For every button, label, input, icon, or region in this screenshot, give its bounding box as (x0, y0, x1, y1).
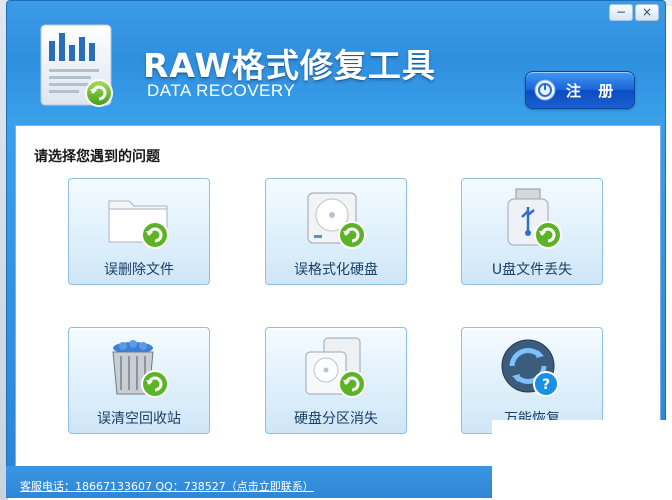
option-usb-lost-files[interactable]: U盘文件丢失 (461, 178, 603, 285)
option-label: 误清空回收站 (97, 411, 181, 427)
register-button[interactable]: 注 册 (525, 71, 635, 109)
partition-recover-icon (305, 337, 366, 398)
problem-prompt: 请选择您遇到的问题 (34, 149, 160, 165)
usb-drive-recover-icon (507, 188, 562, 249)
contact-link[interactable]: 客服电话：18667133607 QQ：738527（点击立即联系） (20, 478, 314, 494)
option-label: 误格式化硬盘 (294, 262, 378, 278)
harddisk-recover-icon (307, 192, 366, 249)
recycle-bin-recover-icon (112, 340, 169, 398)
option-label: 误删除文件 (104, 262, 174, 278)
option-universal-recovery[interactable]: ? 万能恢复 (461, 327, 603, 434)
option-label: 硬盘分区消失 (294, 411, 378, 427)
folder-recover-icon (108, 200, 169, 249)
app-title: RAW格式修复工具 (143, 46, 436, 85)
minimize-button[interactable]: − (609, 4, 633, 21)
occluding-white-area (492, 420, 672, 500)
option-partition-lost[interactable]: 硬盘分区消失 (265, 327, 407, 434)
register-key-icon (534, 79, 556, 101)
option-deleted-files[interactable]: 误删除文件 (68, 178, 210, 285)
app-logo-icon (40, 24, 113, 107)
app-subtitle: DATA RECOVERY (147, 81, 296, 100)
svg-text:?: ? (542, 377, 550, 393)
option-emptied-recycle-bin[interactable]: 误清空回收站 (68, 327, 210, 434)
universal-recover-icon: ? (501, 339, 559, 397)
register-label: 注 册 (566, 82, 620, 100)
close-button[interactable]: × (635, 4, 659, 21)
option-label: U盘文件丢失 (491, 262, 573, 278)
option-formatted-disk[interactable]: 误格式化硬盘 (265, 178, 407, 285)
